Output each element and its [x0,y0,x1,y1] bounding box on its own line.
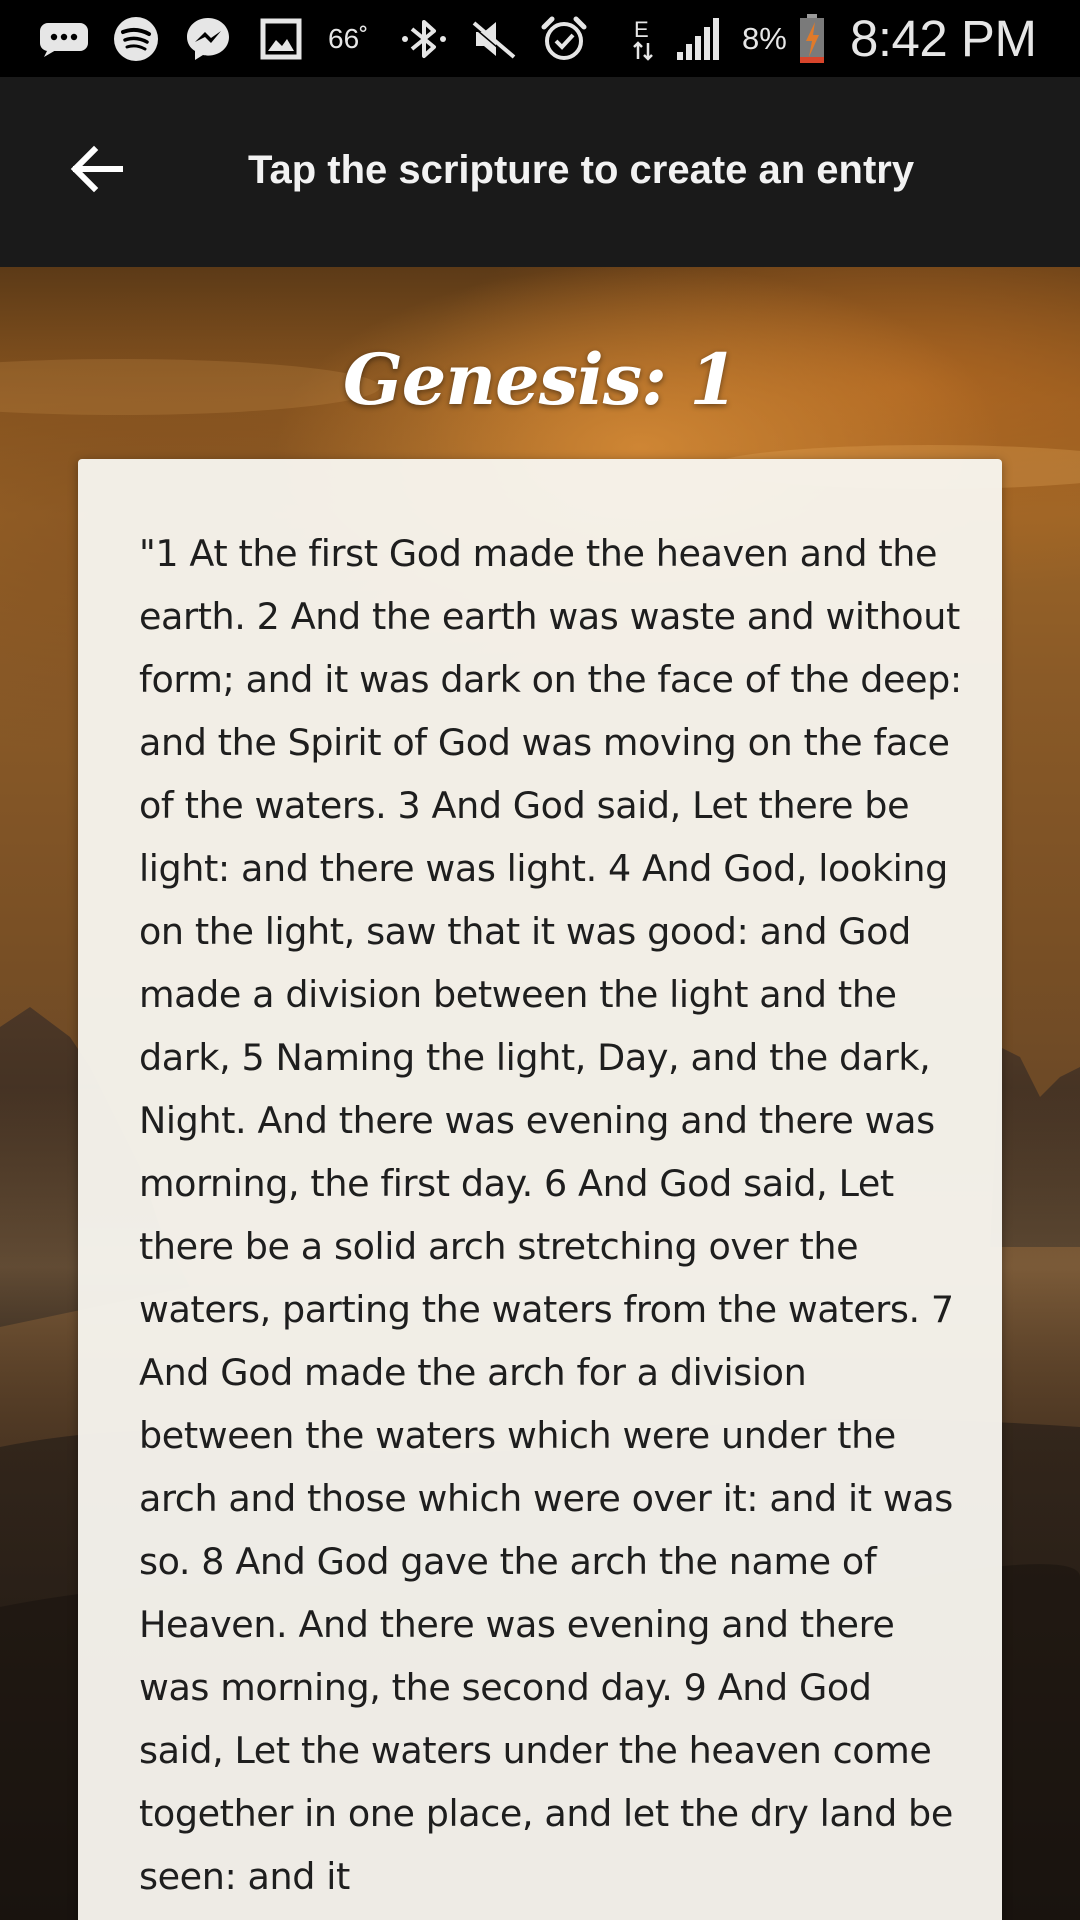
battery-percent-text: 8% [742,21,787,56]
battery-charging-icon [796,0,828,77]
svg-text:E: E [634,17,649,42]
app-bar: Tap the scripture to create an entry [0,77,1080,267]
chapter-title: Genesis: 1 [342,338,738,421]
bluetooth-icon [396,0,452,77]
alarm-icon [536,0,592,77]
arrow-back-icon [70,145,123,193]
scripture-card[interactable]: "1 At the first God made the heaven and … [78,459,1002,1920]
data-e-icon: E [628,0,658,77]
mute-icon [466,0,522,77]
scripture-text[interactable]: "1 At the first God made the heaven and … [139,522,965,1908]
signal-icon [672,0,728,77]
app-bar-title: Tap the scripture to create an entry [248,148,915,192]
messenger-icon [180,0,236,77]
temperature-text: 66˚ [328,23,369,54]
spotify-icon [108,0,164,77]
messages-icon [36,0,92,77]
gallery-icon [256,0,306,77]
status-bar: 66˚ E 8% 8:42 PM [0,0,1080,77]
clock-time: 8:42 PM [850,10,1037,67]
back-button[interactable] [56,129,136,209]
